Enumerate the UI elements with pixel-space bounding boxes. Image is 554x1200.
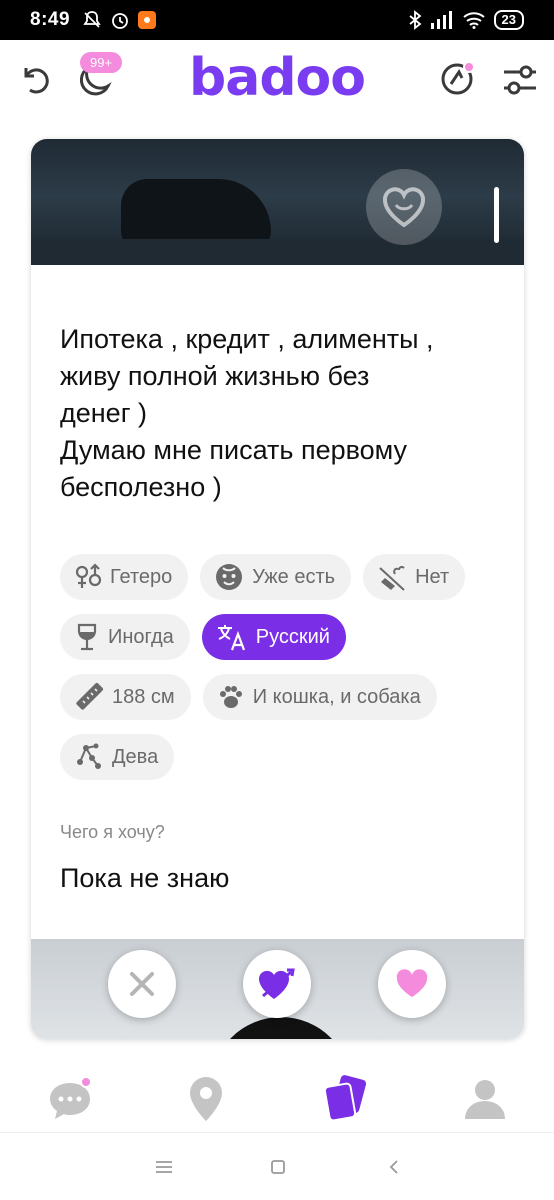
alarm-icon [112,13,128,29]
chip-zodiac: Дева [60,734,175,780]
chevron-left-icon [389,1160,398,1174]
location-pin-icon [190,1077,222,1121]
bottom-navigation [0,1062,554,1132]
status-left-icons [82,10,157,30]
want-value: Пока не знаю [60,863,230,893]
chip-smoking: Нет [363,554,466,600]
dislike-button[interactable] [108,950,176,1018]
chip-height: 188 см [60,674,191,720]
chip-label: И кошка, и собака [252,685,421,708]
profile-photo-top [31,139,524,265]
mute-icon [83,11,101,28]
chip-label: 188 см [112,685,175,708]
home-button[interactable] [266,1155,290,1179]
want-label: Чего я хочу? [60,822,165,842]
paw-icon [219,686,242,708]
heart-overlay-icon [366,169,442,245]
about-text: Ипотека , кредит , алименты , живу полно… [60,324,434,502]
photo-head-shape [211,1017,351,1039]
system-navigation-bar [0,1132,554,1200]
chip-children: Уже есть [200,554,352,600]
status-right-icons: 23 [408,10,524,30]
filter-settings-icon[interactable] [500,60,540,100]
signal-icon [430,11,452,29]
activity-icon[interactable] [440,60,476,96]
wifi-icon [462,12,485,29]
like-button[interactable] [378,950,446,1018]
child-icon [216,564,243,590]
chat-notification-dot [80,1076,92,1088]
square-icon [271,1160,285,1174]
ruler-icon [76,682,104,710]
translate-icon [217,625,245,651]
cards-icon [323,1075,367,1122]
menu-icon [156,1161,172,1173]
app-icon [138,11,157,29]
chip-label: Уже есть [252,565,336,588]
app-header: 99+ badoo [0,40,554,120]
wine-icon [77,623,97,651]
profile-info-chips: Гетеро Уже есть Нет Иногда Русский 188 с… [60,554,500,794]
chip-alcohol: Иногда [60,614,190,660]
status-time: 8:49 [30,9,71,30]
crush-button[interactable] [243,950,311,1018]
profile-card[interactable]: Ипотека , кредит , алименты , живу полно… [31,139,524,1039]
status-bar: 8:49 23 [0,0,554,40]
user-icon [465,1080,505,1119]
nav-people-nearby[interactable] [181,1074,231,1124]
gender-icon [75,563,102,588]
chip-language: Русский [201,614,346,660]
photo-scroll-indicator [494,187,499,243]
chip-label: Русский [255,625,330,648]
nav-chats[interactable] [46,1074,96,1124]
app-screen: 8:49 23 99+ badoo Ипотека , кредит , али… [0,0,554,1200]
chip-label: Иногда [108,625,174,648]
chip-label: Нет [415,565,450,588]
recents-button[interactable] [152,1155,176,1179]
nav-encounters[interactable] [320,1074,370,1124]
back-button[interactable] [382,1155,406,1179]
close-icon [130,972,154,996]
battery-icon: 23 [493,10,524,30]
heart-icon [396,969,428,997]
chip-label: Гетеро [110,565,173,588]
nav-profile[interactable] [460,1074,510,1124]
chip-orientation: Гетеро [60,554,189,600]
constellation-icon [77,743,101,769]
crush-heart-icon [258,968,295,999]
smoking-icon [379,565,405,591]
photo-floor-shape [31,239,524,265]
chip-pets: И кошка, и собака [202,674,437,720]
chip-label: Дева [112,745,159,768]
bluetooth-icon [408,10,421,30]
